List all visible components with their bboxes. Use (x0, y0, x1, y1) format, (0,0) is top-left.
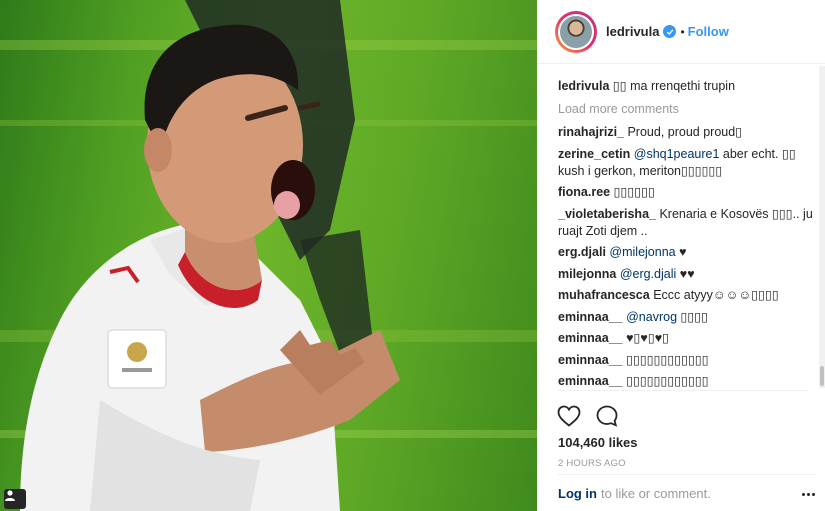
comment-username[interactable]: eminnaa__ (558, 331, 623, 345)
load-more-comments-button[interactable]: Load more comments (558, 101, 814, 118)
post-side-panel: ledrivula • Follow ledrivula ▯▯ ma rrenq… (537, 0, 825, 511)
scrollbar-thumb[interactable] (820, 366, 824, 386)
avatar-image (558, 13, 594, 50)
comment-text: ♥▯♥▯♥▯ (622, 331, 669, 345)
user-tag-icon[interactable] (4, 489, 26, 509)
comment-icon[interactable] (594, 403, 620, 429)
comment-text: ▯▯▯▯ (677, 309, 709, 324)
post-header: ledrivula • Follow (537, 0, 825, 64)
comment-text: ♥♥ (676, 266, 695, 281)
post-timestamp[interactable]: 2 HOURS AGO (558, 458, 626, 469)
comment-username[interactable]: _violetaberisha_ (558, 207, 656, 221)
comment-item: eminnaa__ @navrog ▯▯▯▯ (558, 309, 814, 326)
comment-item: eminnaa__ ▯▯▯▯▯▯▯▯▯▯▯▯ (558, 352, 814, 369)
comment-item: fiona.ree ▯▯▯▯▯▯ (558, 184, 814, 201)
comment-text: Proud, proud proud▯ (624, 125, 743, 139)
comment-username[interactable]: eminnaa__ (558, 310, 623, 324)
comment-username[interactable]: eminnaa__ (558, 353, 623, 367)
caption-username[interactable]: ledrivula (558, 79, 609, 93)
comment-text: ▯▯▯▯▯▯▯▯▯▯▯▯ (622, 352, 709, 367)
login-link[interactable]: Log in (558, 486, 597, 501)
login-bar: Log in to like or comment. (558, 474, 816, 511)
comment-text: ▯▯▯▯▯▯▯▯▯▯▯▯ (622, 374, 709, 388)
post-actions: 104,460 likes 2 HOURS AGO (556, 390, 808, 474)
comment-username[interactable]: eminnaa__ (558, 374, 623, 388)
comment-item: eminnaa__ ♥▯♥▯♥▯ (558, 330, 814, 347)
comment-username[interactable]: milejonna (558, 267, 616, 281)
comment-text: ♥ (675, 245, 687, 259)
comment-username[interactable]: fiona.ree (558, 185, 610, 199)
comment-item: rinahajrizi_ Proud, proud proud▯ (558, 124, 814, 141)
instagram-post: ledrivula • Follow ledrivula ▯▯ ma rrenq… (0, 0, 825, 511)
comment-username[interactable]: zerine_cetin (558, 147, 630, 161)
comment-item: eminnaa__ ▯▯▯▯▯▯▯▯▯▯▯▯ (558, 373, 814, 388)
post-caption: ledrivula ▯▯ ma rrenqethi trupin (558, 78, 814, 95)
post-username[interactable]: ledrivula (606, 24, 659, 39)
comments-list[interactable]: ledrivula ▯▯ ma rrenqethi trupin Load mo… (558, 66, 814, 388)
comment-text: Eccc atyyy☺☺☺▯▯▯▯ (649, 288, 779, 302)
comment-item: _violetaberisha_ Krenaria e Kosovës ▯▯▯.… (558, 206, 814, 240)
comment-item: milejonna @erg.djali ♥♥ (558, 266, 814, 283)
follow-button[interactable]: Follow (688, 24, 729, 39)
comment-items: rinahajrizi_ Proud, proud proud▯ zerine_c… (558, 124, 814, 388)
verified-badge-icon (663, 25, 677, 38)
action-icons (556, 403, 620, 429)
comment-item: zerine_cetin @shq1peaure1 aber echt. ▯▯ … (558, 146, 814, 180)
comment-username[interactable]: erg.djali (558, 245, 606, 259)
post-photo[interactable] (0, 0, 537, 511)
comments-scrollbar[interactable] (819, 66, 825, 388)
comment-mention[interactable]: @erg.djali (620, 267, 676, 281)
more-options-icon[interactable] (800, 487, 816, 501)
comment-mention[interactable]: @shq1peaure1 (634, 147, 720, 161)
comment-mention[interactable]: @milejonna (609, 245, 675, 259)
comment-item: muhafrancesca Eccc atyyy☺☺☺▯▯▯▯ (558, 287, 814, 304)
caption-text: ▯▯ ma rrenqethi trupin (609, 79, 736, 93)
login-prompt-text: to like or comment. (601, 485, 711, 501)
comment-text: ▯▯▯▯▯▯ (610, 185, 655, 199)
avatar[interactable] (555, 10, 597, 53)
photo-illustration (0, 0, 537, 511)
comment-mention[interactable]: @navrog (626, 310, 677, 324)
comment-username[interactable]: muhafrancesca (558, 288, 650, 302)
separator-dot: • (680, 24, 685, 39)
likes-count[interactable]: 104,460 likes (558, 435, 638, 450)
comment-username[interactable]: rinahajrizi_ (558, 125, 624, 139)
heart-icon[interactable] (556, 403, 582, 429)
comment-item: erg.djali @milejonna ♥ (558, 244, 814, 261)
